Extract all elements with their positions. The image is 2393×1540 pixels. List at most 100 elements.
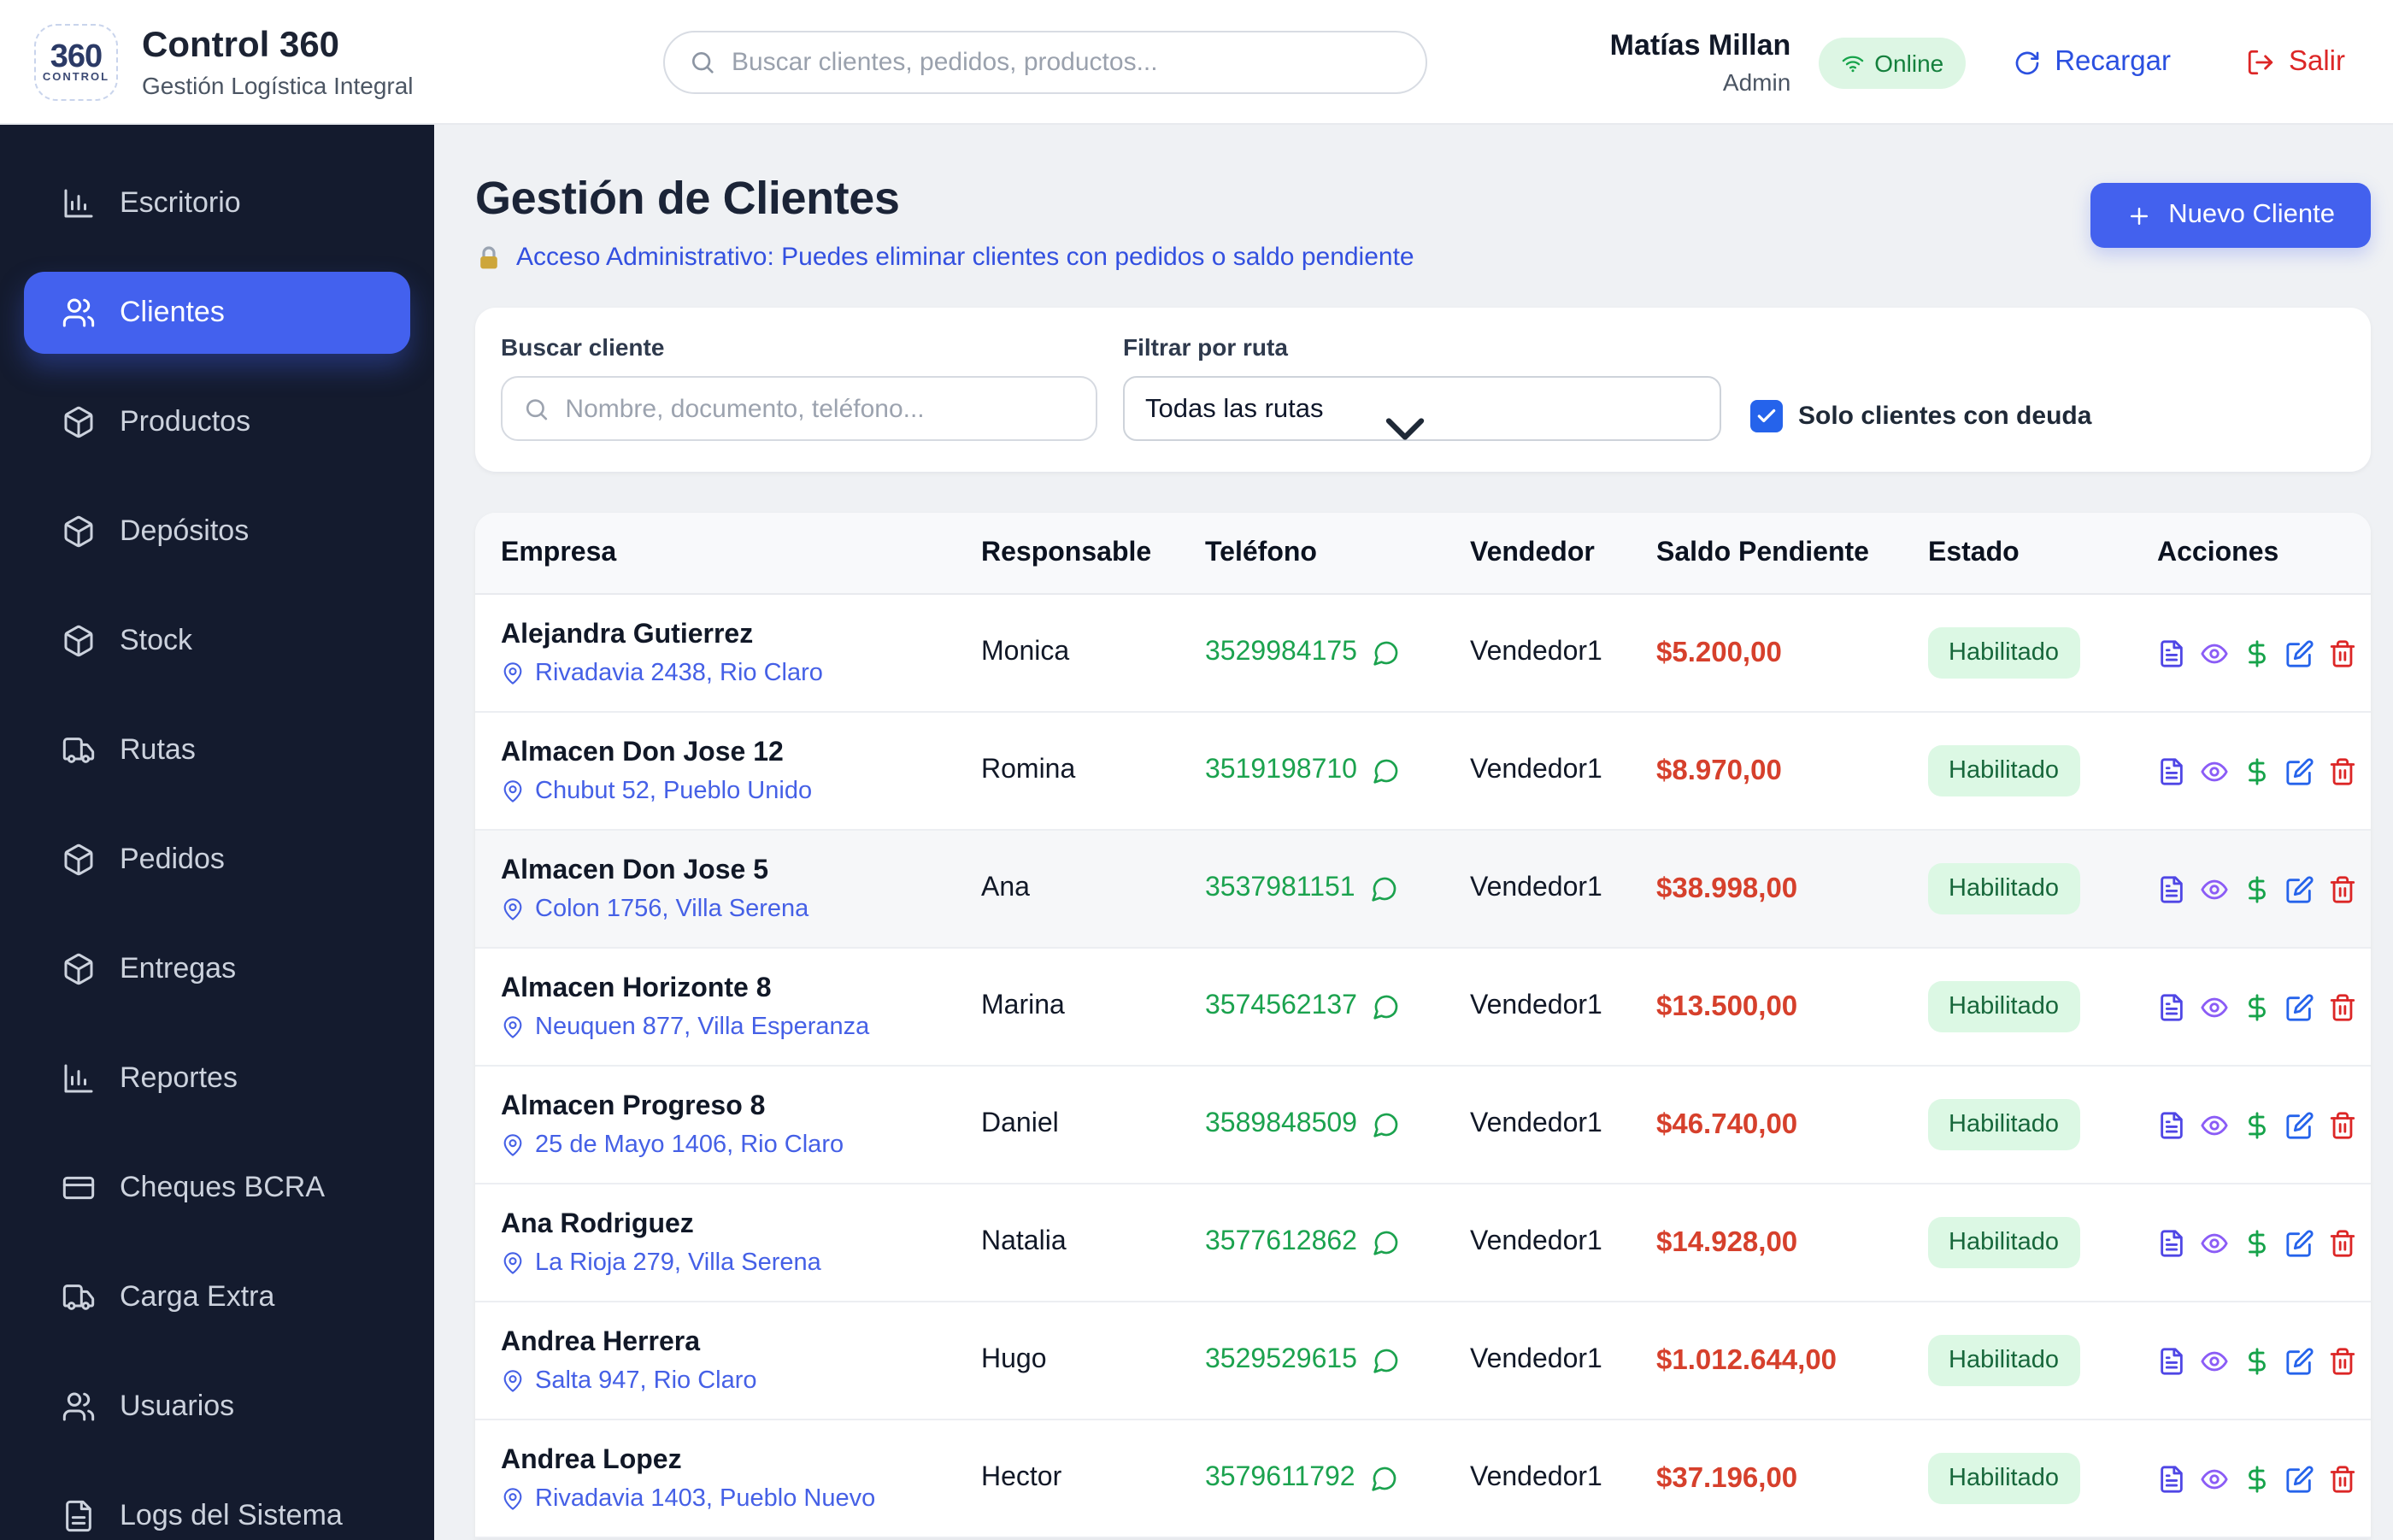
action-payment-button[interactable] [2243, 1110, 2272, 1139]
action-edit-button[interactable] [2285, 874, 2314, 903]
estado-cell: Habilitado [1928, 627, 2157, 679]
action-edit-button[interactable] [2285, 1110, 2314, 1139]
sidebar-item-logs-del-sistema[interactable]: Logs del Sistema [24, 1475, 410, 1540]
action-delete-button[interactable] [2328, 874, 2357, 903]
action-delete-button[interactable] [2328, 1228, 2357, 1257]
phone-number[interactable]: 3529984175 [1205, 638, 1357, 668]
sidebar-item-pedidos[interactable]: Pedidos [24, 819, 410, 901]
sidebar-item-cheques-bcra[interactable]: Cheques BCRA [24, 1147, 410, 1229]
whatsapp-chat-icon[interactable] [1371, 875, 1398, 902]
action-delete-button[interactable] [2328, 992, 2357, 1021]
sidebar-item-usuarios[interactable]: Usuarios [24, 1366, 410, 1448]
route-filter-select[interactable]: Todas las rutas [1123, 376, 1721, 441]
action-delete-button[interactable] [2328, 756, 2357, 785]
action-view-button[interactable] [2200, 874, 2229, 903]
sidebar-item-carga-extra[interactable]: Carga Extra [24, 1256, 410, 1338]
action-delete-button[interactable] [2328, 1346, 2357, 1375]
debt-filter-checkbox[interactable] [1750, 400, 1783, 432]
client-search-input[interactable] [565, 394, 1075, 423]
action-edit-button[interactable] [2285, 756, 2314, 785]
client-address-link[interactable]: La Rioja 279, Villa Serena [501, 1249, 981, 1276]
action-document-button[interactable] [2157, 1346, 2186, 1375]
action-document-button[interactable] [2157, 638, 2186, 667]
action-payment-button[interactable] [2243, 992, 2272, 1021]
sidebar-item-depositos[interactable]: Depósitos [24, 491, 410, 573]
sidebar-item-stock[interactable]: Stock [24, 600, 410, 682]
sidebar-item-escritorio[interactable]: Escritorio [24, 162, 410, 244]
client-address-link[interactable]: 25 de Mayo 1406, Rio Claro [501, 1131, 981, 1158]
action-payment-button[interactable] [2243, 1228, 2272, 1257]
users-icon [62, 296, 96, 330]
client-address-link[interactable]: Salta 947, Rio Claro [501, 1367, 981, 1394]
reload-button[interactable]: Recargar [2014, 46, 2171, 79]
column-header-saldo-pendiente: Saldo Pendiente [1656, 538, 1869, 567]
phone-number[interactable]: 3577612862 [1205, 1227, 1357, 1258]
map-pin-icon [501, 1368, 525, 1392]
action-delete-button[interactable] [2328, 1110, 2357, 1139]
global-search[interactable] [663, 31, 1427, 94]
client-address-link[interactable]: Chubut 52, Pueblo Unido [501, 777, 981, 804]
sidebar-item-label: Rutas [120, 733, 196, 766]
phone-number[interactable]: 3589848509 [1205, 1109, 1357, 1140]
new-client-button[interactable]: Nuevo Cliente [2090, 183, 2371, 248]
action-view-button[interactable] [2200, 638, 2229, 667]
action-delete-button[interactable] [2328, 1464, 2357, 1493]
whatsapp-chat-icon[interactable] [1373, 1111, 1400, 1138]
action-delete-button[interactable] [2328, 638, 2357, 667]
action-document-button[interactable] [2157, 1110, 2186, 1139]
phone-number[interactable]: 3579611792 [1205, 1463, 1355, 1494]
action-payment-button[interactable] [2243, 756, 2272, 785]
debt-filter[interactable]: Solo clientes con deuda [1750, 400, 2091, 432]
action-edit-button[interactable] [2285, 638, 2314, 667]
sidebar-item-rutas[interactable]: Rutas [24, 709, 410, 791]
phone-number[interactable]: 3537981151 [1205, 873, 1355, 904]
client-name: Almacen Horizonte 8 [501, 973, 772, 1002]
action-view-button[interactable] [2200, 1110, 2229, 1139]
sidebar-item-reportes[interactable]: Reportes [24, 1037, 410, 1120]
action-edit-button[interactable] [2285, 1228, 2314, 1257]
client-address: Rivadavia 1403, Pueblo Nuevo [535, 1484, 876, 1512]
phone-number[interactable]: 3529529615 [1205, 1345, 1357, 1376]
global-search-input[interactable] [731, 48, 1402, 77]
sidebar-item-clientes[interactable]: Clientes [24, 272, 410, 354]
sidebar-item-productos[interactable]: Productos [24, 381, 410, 463]
action-payment-button[interactable] [2243, 638, 2272, 667]
logout-icon [2246, 48, 2275, 77]
action-document-button[interactable] [2157, 756, 2186, 785]
action-edit-button[interactable] [2285, 1464, 2314, 1493]
action-payment-button[interactable] [2243, 1346, 2272, 1375]
action-view-button[interactable] [2200, 756, 2229, 785]
client-search-box[interactable] [501, 376, 1097, 441]
whatsapp-chat-icon[interactable] [1373, 757, 1400, 785]
client-address-link[interactable]: Rivadavia 2438, Rio Claro [501, 659, 981, 686]
whatsapp-chat-icon[interactable] [1373, 1347, 1400, 1374]
action-payment-button[interactable] [2243, 874, 2272, 903]
logout-button[interactable]: Salir [2246, 46, 2345, 79]
client-address-link[interactable]: Neuquen 877, Villa Esperanza [501, 1013, 981, 1040]
phone-number[interactable]: 3519198710 [1205, 755, 1357, 786]
action-view-button[interactable] [2200, 992, 2229, 1021]
action-view-button[interactable] [2200, 1228, 2229, 1257]
action-edit-button[interactable] [2285, 992, 2314, 1021]
whatsapp-chat-icon[interactable] [1373, 1229, 1400, 1256]
action-payment-button[interactable] [2243, 1464, 2272, 1493]
map-pin-icon [501, 1132, 525, 1156]
action-view-button[interactable] [2200, 1464, 2229, 1493]
sidebar-item-entregas[interactable]: Entregas [24, 928, 410, 1010]
action-view-button[interactable] [2200, 1346, 2229, 1375]
whatsapp-chat-icon[interactable] [1371, 1465, 1398, 1492]
client-address-link[interactable]: Colon 1756, Villa Serena [501, 895, 981, 922]
trash-icon [2328, 1110, 2357, 1139]
trash-icon [2328, 1228, 2357, 1257]
dollar-icon [2243, 1110, 2272, 1139]
action-document-button[interactable] [2157, 1464, 2186, 1493]
whatsapp-chat-icon[interactable] [1373, 639, 1400, 667]
action-document-button[interactable] [2157, 1228, 2186, 1257]
client-address-link[interactable]: Rivadavia 1403, Pueblo Nuevo [501, 1484, 981, 1512]
phone-number[interactable]: 3574562137 [1205, 991, 1357, 1022]
action-edit-button[interactable] [2285, 1346, 2314, 1375]
whatsapp-chat-icon[interactable] [1373, 993, 1400, 1020]
table-row: Andrea Herrera Salta 947, Rio Claro Hugo 35… [475, 1302, 2371, 1420]
action-document-button[interactable] [2157, 874, 2186, 903]
action-document-button[interactable] [2157, 992, 2186, 1021]
